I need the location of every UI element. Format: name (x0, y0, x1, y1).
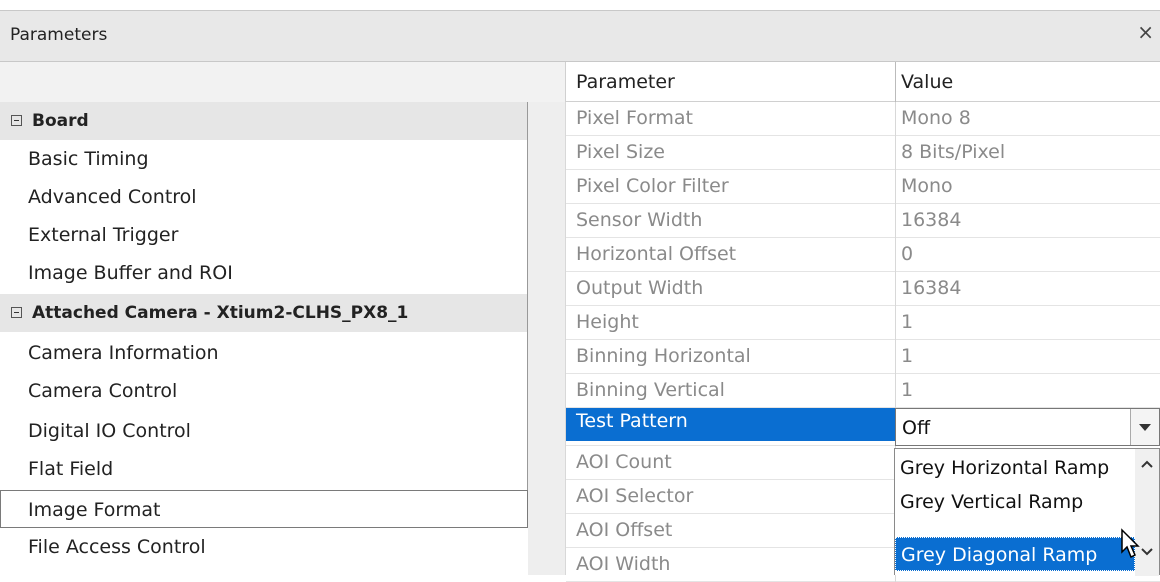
grid-row-horizontal-offset[interactable]: Horizontal Offset 0 (566, 238, 1160, 272)
param-name: Binning Horizontal (576, 345, 751, 367)
param-value: Mono (901, 175, 953, 197)
category-tree: Board Basic Timing Advanced Control Exte… (0, 102, 528, 575)
tree-item-label: Advanced Control (28, 186, 197, 208)
tree-category-board[interactable]: Board (0, 102, 528, 140)
cell-separator (895, 306, 896, 340)
param-value: 8 Bits/Pixel (901, 141, 1006, 163)
scroll-down-icon[interactable] (1141, 545, 1153, 557)
param-name: Sensor Width (576, 209, 703, 231)
dropdown-option-highlighted[interactable]: Grey Diagonal Ramp (895, 537, 1135, 571)
tree-item-label: External Trigger (28, 224, 179, 246)
param-name: Height (576, 311, 639, 333)
tree-item-file-access-control[interactable]: File Access Control (0, 528, 528, 566)
tree-item-basic-timing[interactable]: Basic Timing (0, 140, 528, 178)
tree-item-advanced-control[interactable]: Advanced Control (0, 178, 528, 216)
grid-row-pixel-format[interactable]: Pixel Format Mono 8 (566, 102, 1160, 136)
param-value: 16384 (901, 209, 962, 231)
param-value: 1 (901, 379, 914, 401)
cell-separator (895, 340, 896, 374)
select-value: Off (902, 417, 931, 439)
dropdown-option[interactable]: Grey Vertical Ramp (895, 485, 1135, 519)
tree-item-camera-control[interactable]: Camera Control (0, 372, 528, 410)
collapse-icon[interactable] (11, 114, 22, 126)
tree-item-label: Image Buffer and ROI (28, 262, 233, 284)
column-header-value[interactable]: Value (901, 71, 953, 93)
cell-separator (895, 374, 896, 408)
tree-item-digital-io-control[interactable]: Digital IO Control (0, 412, 528, 450)
cell-separator (895, 272, 896, 306)
grid-row-binning-horizontal[interactable]: Binning Horizontal 1 (566, 340, 1160, 374)
param-name: Binning Vertical (576, 379, 725, 401)
grid-row-test-pattern[interactable]: Test Pattern Off (566, 408, 1160, 446)
cell-separator (895, 238, 896, 272)
grid-header: Parameter Value (566, 62, 1160, 102)
grid-row-sensor-width[interactable]: Sensor Width 16384 (566, 204, 1160, 238)
cell-separator (895, 102, 896, 136)
param-name: AOI Width (576, 553, 671, 575)
tree-item-image-format[interactable]: Image Format (0, 490, 528, 528)
param-name: Pixel Format (576, 107, 693, 129)
tree-item-label: Basic Timing (28, 148, 149, 170)
close-icon[interactable]: × (1137, 20, 1154, 44)
dropdown-option[interactable]: Grey Horizontal Ramp (895, 451, 1135, 485)
test-pattern-select[interactable]: Off (895, 408, 1160, 446)
cell-separator (895, 204, 896, 238)
grid-row-binning-vertical[interactable]: Binning Vertical 1 (566, 374, 1160, 408)
param-value: Mono 8 (901, 107, 971, 129)
param-name: AOI Selector (576, 485, 694, 507)
column-separator[interactable] (895, 62, 896, 102)
tree-category-label: Attached Camera - Xtium2-CLHS_PX8_1 (32, 303, 409, 323)
tree-item-label: Camera Control (28, 380, 178, 402)
tree-item-label: Digital IO Control (28, 420, 191, 442)
tree-item-image-buffer-roi[interactable]: Image Buffer and ROI (0, 254, 528, 292)
mouse-pointer-icon (1121, 528, 1140, 559)
param-name: AOI Offset (576, 519, 673, 541)
grid-row-height[interactable]: Height 1 (566, 306, 1160, 340)
param-name: Horizontal Offset (576, 243, 737, 265)
param-name: Output Width (576, 277, 704, 299)
tree-item-label: Image Format (28, 499, 161, 521)
cell-separator (895, 170, 896, 204)
pane-splitter[interactable] (528, 102, 566, 575)
tree-item-flat-field[interactable]: Flat Field (0, 450, 528, 488)
panel-titlebar: Parameters × (0, 10, 1160, 62)
param-value: 0 (901, 243, 914, 265)
tree-item-label: Flat Field (28, 458, 114, 480)
grid-row-pixel-color-filter[interactable]: Pixel Color Filter Mono (566, 170, 1160, 204)
chevron-down-icon[interactable] (1130, 409, 1159, 445)
tree-item-camera-information[interactable]: Camera Information (0, 334, 528, 372)
tree-item-external-trigger[interactable]: External Trigger (0, 216, 528, 254)
column-header-parameter[interactable]: Parameter (576, 71, 675, 93)
grid-row-pixel-size[interactable]: Pixel Size 8 Bits/Pixel (566, 136, 1160, 170)
param-name: Pixel Size (576, 141, 665, 163)
tree-item-label: Camera Information (28, 342, 219, 364)
grid-row-output-width[interactable]: Output Width 16384 (566, 272, 1160, 306)
tree-category-label: Board (32, 111, 89, 131)
tree-category-attached-camera[interactable]: Attached Camera - Xtium2-CLHS_PX8_1 (0, 294, 528, 332)
param-value: 16384 (901, 277, 962, 299)
param-value: 1 (901, 311, 914, 333)
panel-title: Parameters (10, 25, 108, 45)
scroll-up-icon[interactable] (1141, 459, 1153, 471)
cell-separator (895, 136, 896, 170)
collapse-icon[interactable] (11, 306, 22, 318)
param-name: AOI Count (576, 451, 672, 473)
param-value: 1 (901, 345, 914, 367)
tree-header (0, 62, 566, 102)
tree-item-label: File Access Control (28, 536, 206, 558)
param-name: Test Pattern (576, 410, 688, 432)
param-name: Pixel Color Filter (576, 175, 729, 197)
